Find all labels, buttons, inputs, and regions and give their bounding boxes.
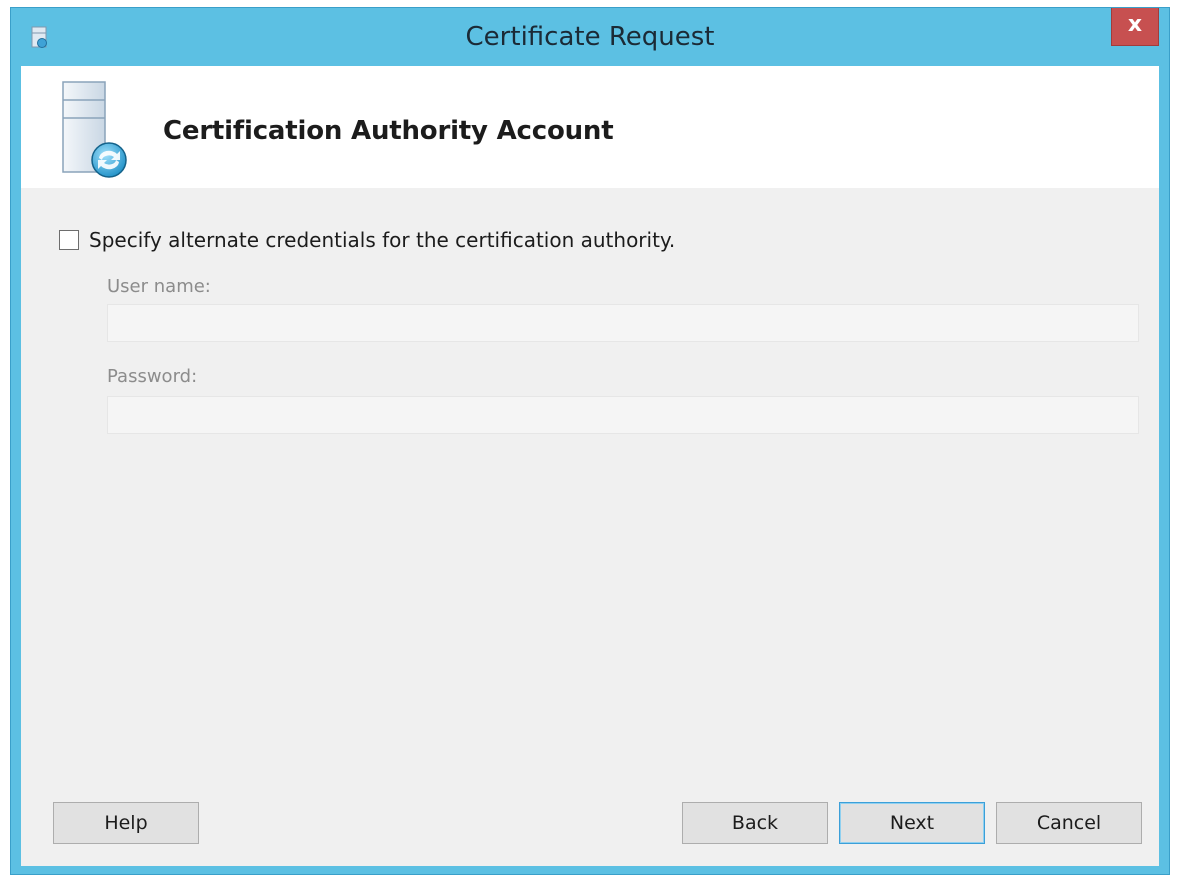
username-label: User name: [107,276,211,297]
password-label: Password: [107,366,198,387]
server-with-arrows-icon [62,81,127,178]
page-title: Certification Authority Account [163,116,614,146]
password-input[interactable] [107,396,1139,434]
title-bar[interactable]: Certificate Request x [11,8,1169,68]
alternate-credentials-label[interactable]: Specify alternate credentials for the ce… [89,228,675,252]
close-button[interactable]: x [1111,8,1159,46]
cancel-button[interactable]: Cancel [996,802,1142,844]
alternate-credentials-checkbox[interactable] [59,230,79,250]
wizard-header: Certification Authority Account [21,66,1159,188]
dialog-window: Certificate Request x Certification Auth… [10,7,1170,875]
dialog-client-area: Certification Authority Account Specify … [21,66,1159,866]
window-title: Certificate Request [465,22,715,52]
username-input[interactable] [107,304,1139,342]
next-button[interactable]: Next [839,802,985,844]
help-button[interactable]: Help [53,802,199,844]
alternate-credentials-option[interactable]: Specify alternate credentials for the ce… [59,228,675,252]
back-button[interactable]: Back [682,802,828,844]
